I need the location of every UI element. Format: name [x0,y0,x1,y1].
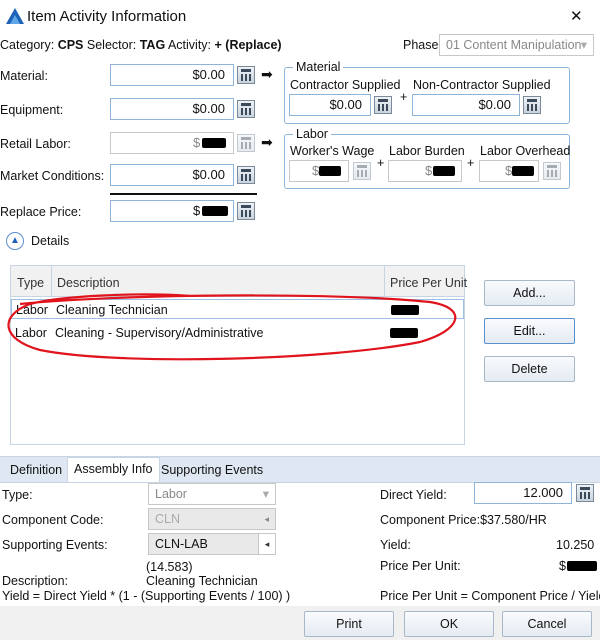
supporting-events-label: Supporting Events: [2,538,108,552]
app-logo-icon [6,8,24,24]
sum-divider [110,193,257,195]
retail-labor-field: $ [110,132,234,154]
phase-select[interactable]: 01 Content Manipulation ▾ [439,34,594,56]
labor-burden-field: $ [388,160,462,182]
plus-sign: + [377,156,385,170]
yield-formula: Yield = Direct Yield * (1 - (Supporting … [2,589,291,603]
replace-price-label: Replace Price: [0,205,82,219]
type-select: Labor ▾ [148,483,276,505]
supporting-events-field[interactable]: CLN-LAB ◂ [148,533,276,555]
equipment-label: Equipment: [0,103,64,117]
market-conditions-label: Market Conditions: [0,169,105,183]
replace-price-field: $ [110,200,234,222]
description-label: Description: [2,574,68,588]
delete-button[interactable]: Delete [484,356,575,382]
labor-group-title: Labor [293,127,331,141]
market-conditions-field[interactable]: $0.00 [110,164,234,186]
retail-labor-label: Retail Labor: [0,137,71,151]
annotation-ellipse [7,293,457,361]
workers-wage-calculator-icon [353,162,371,180]
replace-price-calculator-icon[interactable] [237,202,255,220]
arrow-right-icon: ➡ [261,66,273,82]
direct-yield-label: Direct Yield: [380,488,447,502]
phase-label: Phase: [403,38,442,52]
cancel-button[interactable]: Cancel [502,611,592,637]
material-calculator-icon[interactable] [237,66,255,84]
component-code-field: CLN ◂ [148,508,276,530]
redacted-value [512,166,534,176]
contractor-supplied-label: Contractor Supplied [290,78,401,92]
chevron-up-icon: ▲ [10,235,20,246]
non-contractor-supplied-label: Non-Contractor Supplied [413,78,551,92]
title-bar: Item Activity Information ✕ [0,0,600,32]
arrow-right-icon: ➡ [261,134,273,150]
labor-overhead-field: $ [479,160,539,182]
non-contractor-supplied-field[interactable]: $0.00 [412,94,520,116]
workers-wage-label: Worker's Wage [290,144,375,158]
supporting-events-value: (14.583) [146,560,193,574]
direct-yield-calculator-icon[interactable] [576,484,594,502]
direct-yield-field[interactable]: 12.000 [474,482,572,504]
chevron-down-icon: ▾ [262,487,269,501]
component-code-label: Component Code: [2,513,104,527]
type-label: Type: [2,488,33,502]
chevron-left-icon: ◂ [264,514,269,524]
contractor-supplied-field[interactable]: $0.00 [289,94,371,116]
category-value: CPS [57,38,84,52]
redacted-value [567,561,597,571]
chevron-left-icon[interactable]: ◂ [258,534,275,554]
activity-value: + (Replace) [214,38,282,52]
column-header-type[interactable]: Type [17,276,44,290]
print-button[interactable]: Print [304,611,394,637]
redacted-value [319,166,341,176]
price-per-unit-label: Price Per Unit: [380,559,461,573]
yield-label: Yield: [380,538,411,552]
material-field[interactable]: $0.00 [110,64,234,86]
equipment-calculator-icon[interactable] [237,100,255,118]
ok-button[interactable]: OK [404,611,494,637]
plus-sign: + [467,156,475,170]
description-value: Cleaning Technician [146,574,258,588]
selector-value: TAG [139,38,166,52]
column-header-description[interactable]: Description [57,276,120,290]
details-collapse-button[interactable]: ▲ [6,232,24,250]
material-group-title: Material [293,60,344,74]
equipment-field[interactable]: $0.00 [110,98,234,120]
add-button[interactable]: Add... [484,280,575,306]
tab-supporting-events[interactable]: Supporting Events [155,459,269,481]
column-header-price-per-unit[interactable]: Price Per Unit [390,276,467,290]
workers-wage-field: $ [289,160,349,182]
edit-button[interactable]: Edit... [484,318,575,344]
close-icon[interactable]: ✕ [570,7,583,25]
tab-assembly-info[interactable]: Assembly Info [67,457,160,483]
price-formula: Price Per Unit = Component Price / Yield [380,589,600,603]
header-info: Category: CPS Selector: TAG Activity: + … [0,38,282,52]
labor-overhead-label: Labor Overhead [480,144,571,158]
redacted-value [202,138,226,148]
contractor-calculator-icon[interactable] [374,96,392,114]
tab-definition[interactable]: Definition [4,459,68,481]
retail-labor-calculator-icon [237,134,255,152]
chevron-down-icon: ▾ [580,38,587,52]
plus-sign: + [400,90,408,104]
yield-value: 10.250 [556,538,595,552]
labor-overhead-calculator-icon [543,162,561,180]
labor-burden-label: Labor Burden [389,144,465,158]
redacted-value [433,166,455,176]
details-label: Details [31,234,70,248]
non-contractor-calculator-icon[interactable] [523,96,541,114]
component-price: Component Price:$37.580/HR [380,513,547,527]
market-conditions-calculator-icon[interactable] [237,166,255,184]
price-per-unit-value: $ [559,559,566,573]
window-title: Item Activity Information [27,8,187,25]
material-label: Material: [0,69,48,83]
redacted-value [202,206,228,216]
